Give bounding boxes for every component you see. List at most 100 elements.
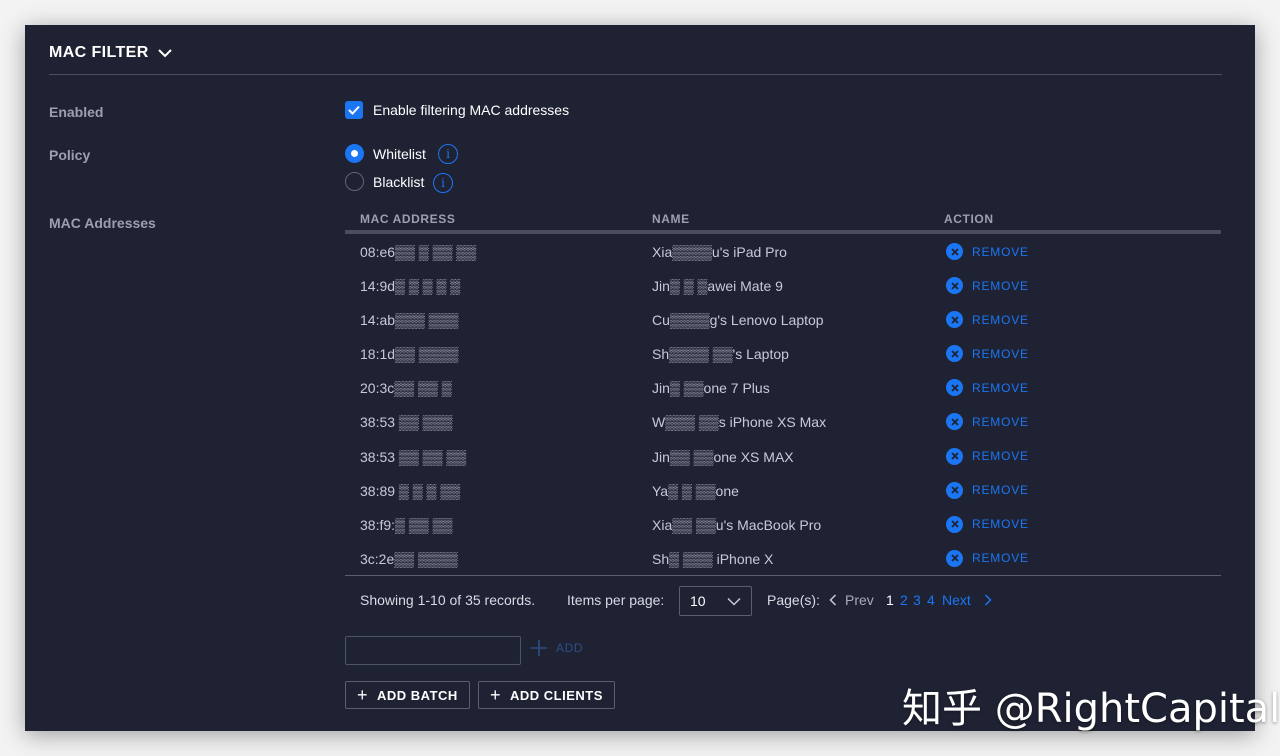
remove-button[interactable]: REMOVE [946, 243, 1029, 260]
records-summary: Showing 1-10 of 35 records. [360, 592, 536, 608]
info-icon[interactable]: i [438, 144, 458, 164]
remove-button[interactable]: REMOVE [946, 413, 1029, 431]
add-clients-button[interactable]: + ADD CLIENTS [478, 681, 615, 709]
remove-button[interactable]: REMOVE [946, 515, 1029, 533]
section-header[interactable]: MAC FILTER [49, 44, 173, 62]
remove-label: REMOVE [972, 449, 1029, 464]
mac-address-cell: 38:89 ▒ ▒ ▒ ▒▒ [360, 482, 461, 499]
add-label: ADD [556, 641, 584, 655]
table-row: 38:53 ▒▒ ▒▒ ▒▒ Jin▒▒ ▒▒one XS MAX REMOVE [345, 440, 1221, 474]
items-per-page-label: Items per page: [567, 592, 665, 608]
blacklist-radio[interactable] [345, 172, 364, 191]
section-title: MAC FILTER [49, 44, 149, 61]
blacklist-label[interactable]: Blacklist [373, 174, 424, 190]
table-row: 14:9d▒ ▒ ▒ ▒ ▒ Jin▒ ▒ ▒awei Mate 9 REMOV… [345, 269, 1221, 303]
device-name-cell: Cu▒▒▒▒g's Lenovo Laptop [652, 312, 824, 329]
plus-icon: + [357, 685, 369, 705]
table-header-divider [345, 230, 1221, 234]
remove-label: REMOVE [972, 278, 1029, 293]
add-batch-button[interactable]: + ADD BATCH [345, 681, 470, 709]
device-name-cell: Jin▒ ▒ ▒awei Mate 9 [652, 278, 783, 295]
items-per-page-select[interactable]: 10 [679, 586, 752, 616]
column-header-mac: MAC ADDRESS [360, 212, 456, 226]
remove-button[interactable]: REMOVE [946, 277, 1029, 295]
device-name-cell: Xia▒▒ ▒▒u's MacBook Pro [652, 516, 822, 533]
column-header-name: NAME [652, 212, 690, 226]
page-link-3[interactable]: 3 [913, 592, 921, 608]
device-name-cell: Jin▒ ▒▒one 7 Plus [652, 380, 770, 397]
close-icon [946, 243, 963, 260]
pages-label: Page(s): [767, 592, 820, 608]
remove-label: REMOVE [972, 551, 1029, 566]
whitelist-radio[interactable] [345, 144, 364, 163]
check-icon [348, 105, 360, 115]
chevron-left-icon[interactable] [829, 594, 837, 606]
table-row: 08:e6▒▒ ▒ ▒▒ ▒▒ Xia▒▒▒▒u's iPad Pro REMO… [345, 235, 1221, 269]
remove-button[interactable]: REMOVE [946, 311, 1029, 329]
remove-label: REMOVE [972, 312, 1029, 327]
mac-address-cell: 18:1d▒▒ ▒▒▒▒ [360, 346, 459, 363]
chevron-down-icon [727, 597, 741, 606]
plus-icon: + [490, 685, 502, 705]
page-link-4[interactable]: 4 [927, 592, 935, 608]
close-icon [946, 277, 963, 295]
remove-button[interactable]: REMOVE [946, 379, 1029, 397]
remove-button[interactable]: REMOVE [946, 481, 1029, 499]
mac-addresses-label: MAC Addresses [49, 215, 156, 231]
remove-button[interactable]: REMOVE [946, 447, 1029, 465]
watermark: 知乎 @RightCapital [902, 686, 1280, 732]
mac-address-cell: 08:e6▒▒ ▒ ▒▒ ▒▒ [360, 244, 477, 260]
table-row: 14:ab▒▒▒ ▒▒▒ Cu▒▒▒▒g's Lenovo Laptop REM… [345, 303, 1221, 337]
chevron-right-icon[interactable] [984, 594, 992, 606]
info-icon[interactable]: i [433, 173, 453, 193]
add-button[interactable]: ADD [530, 639, 583, 657]
mac-address-cell: 38:53 ▒▒ ▒▒ ▒▒ [360, 448, 467, 465]
close-icon [946, 549, 963, 567]
next-page-link[interactable]: Next [942, 592, 971, 608]
remove-label: REMOVE [972, 380, 1029, 395]
column-header-action: ACTION [944, 212, 994, 226]
mac-address-cell: 14:ab▒▒▒ ▒▒▒ [360, 312, 459, 329]
remove-label: REMOVE [972, 244, 1029, 259]
device-name-cell: Ya▒ ▒ ▒▒one [652, 482, 739, 499]
mac-filter-panel: MAC FILTER Enabled Policy MAC Addresses … [25, 25, 1255, 731]
device-name-cell: Xia▒▒▒▒u's iPad Pro [652, 244, 787, 260]
enabled-label: Enabled [49, 104, 104, 120]
mac-address-cell: 3c:2e▒▒ ▒▒▒▒ [360, 550, 458, 567]
device-name-cell: Sh▒ ▒▒▒ iPhone X [652, 550, 774, 567]
remove-button[interactable]: REMOVE [946, 549, 1029, 567]
enable-filter-checkbox[interactable] [345, 101, 363, 119]
mac-address-input[interactable] [345, 636, 521, 665]
table-row: 20:3c▒▒ ▒▒ ▒ Jin▒ ▒▒one 7 Plus REMOVE [345, 371, 1221, 405]
remove-label: REMOVE [972, 517, 1029, 532]
chevron-down-icon[interactable] [157, 47, 173, 59]
page-link-1[interactable]: 1 [886, 592, 894, 608]
remove-label: REMOVE [972, 483, 1029, 498]
remove-label: REMOVE [972, 414, 1029, 429]
add-clients-label: ADD CLIENTS [510, 687, 603, 703]
close-icon [946, 413, 963, 431]
table-row: 3c:2e▒▒ ▒▒▒▒ Sh▒ ▒▒▒ iPhone X REMOVE [345, 542, 1221, 576]
policy-label: Policy [49, 147, 91, 163]
enable-filter-label[interactable]: Enable filtering MAC addresses [373, 102, 569, 118]
device-name-cell: Jin▒▒ ▒▒one XS MAX [652, 448, 794, 465]
table-row: 38:89 ▒ ▒ ▒ ▒▒ Ya▒ ▒ ▒▒one REMOVE [345, 474, 1221, 508]
page-link-2[interactable]: 2 [900, 592, 908, 608]
mac-address-cell: 14:9d▒ ▒ ▒ ▒ ▒ [360, 278, 461, 295]
remove-button[interactable]: REMOVE [946, 345, 1029, 363]
items-per-page-value: 10 [690, 593, 706, 609]
close-icon [946, 311, 963, 329]
header-divider [49, 74, 1222, 75]
mac-table-body: 08:e6▒▒ ▒ ▒▒ ▒▒ Xia▒▒▒▒u's iPad Pro REMO… [345, 235, 1221, 576]
prev-page-link[interactable]: Prev [845, 592, 874, 608]
whitelist-label[interactable]: Whitelist [373, 146, 426, 162]
remove-label: REMOVE [972, 346, 1029, 361]
device-name-cell: Sh▒▒▒▒ ▒▒'s Laptop [652, 346, 789, 363]
plus-icon [531, 640, 547, 656]
close-icon [946, 515, 963, 533]
mac-address-cell: 38:f9:▒ ▒▒ ▒▒ [360, 516, 453, 533]
table-footer-divider [345, 575, 1221, 576]
close-icon [946, 345, 963, 363]
add-batch-label: ADD BATCH [377, 687, 458, 703]
close-icon [946, 379, 963, 397]
